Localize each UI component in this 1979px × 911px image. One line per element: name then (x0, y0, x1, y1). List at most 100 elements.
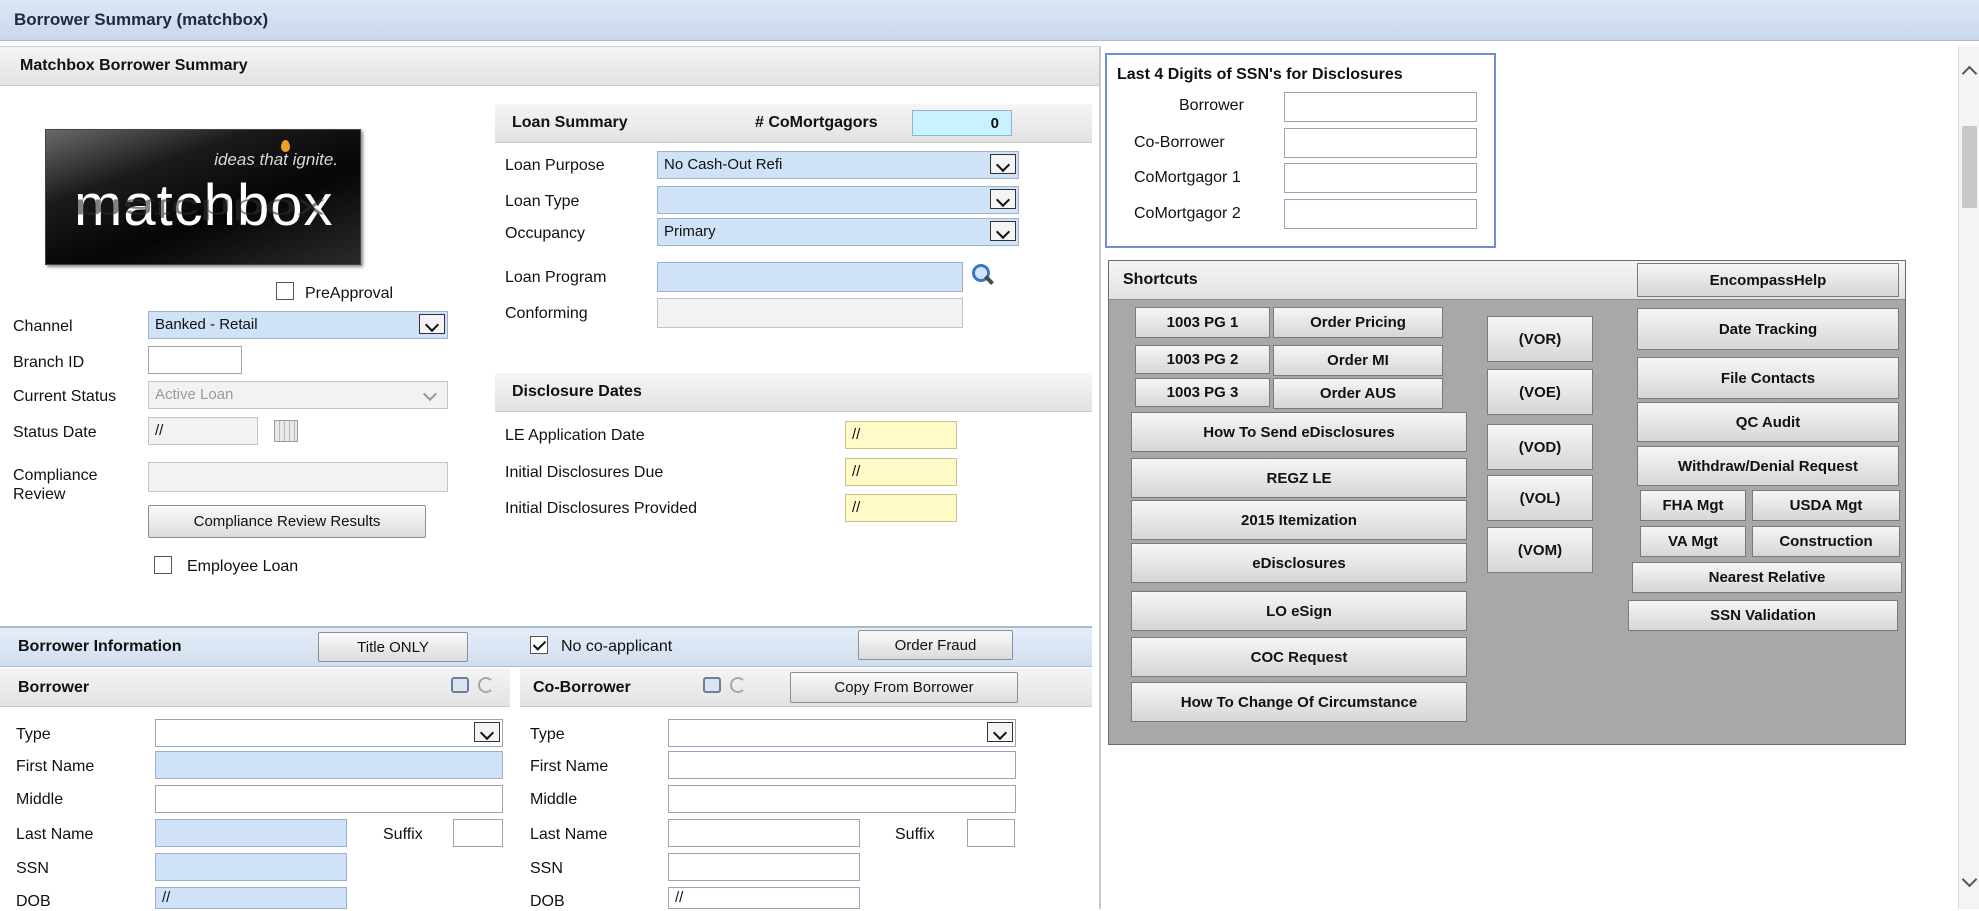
title-only-button[interactable]: Title ONLY (318, 632, 468, 662)
vertical-scrollbar[interactable] (1958, 46, 1979, 909)
file-contacts-button[interactable]: File Contacts (1637, 357, 1899, 399)
comortgagors-input[interactable]: 0 (912, 110, 1012, 136)
order-aus-button[interactable]: Order AUS (1273, 378, 1443, 409)
initial-disclosures-provided-label: Initial Disclosures Provided (505, 500, 698, 517)
withdraw-denial-request-button[interactable]: Withdraw/Denial Request (1637, 446, 1899, 486)
branch-id-input[interactable] (148, 346, 242, 374)
vol-button[interactable]: (VOL) (1487, 475, 1593, 521)
1003-pg2-button[interactable]: 1003 PG 2 (1135, 345, 1270, 374)
borrower-type-select[interactable] (155, 719, 503, 747)
chevron-down-icon[interactable] (990, 154, 1016, 174)
borrower-ssn-label: SSN (16, 860, 49, 877)
channel-label: Channel (13, 318, 73, 335)
loan-purpose-value: No Cash-Out Refi (664, 156, 783, 173)
borrower-info-title: Borrower Information (18, 638, 182, 655)
date-tracking-button[interactable]: Date Tracking (1637, 308, 1899, 350)
chevron-down-icon[interactable] (474, 722, 500, 742)
order-fraud-button[interactable]: Order Fraud (858, 630, 1013, 660)
sync-icon[interactable] (478, 677, 494, 693)
search-icon[interactable] (970, 262, 994, 286)
borrower-ssn-input[interactable] (155, 853, 347, 881)
borrower-middle-input[interactable] (155, 785, 503, 813)
chevron-down-icon[interactable] (990, 189, 1016, 209)
loan-purpose-select[interactable]: No Cash-Out Refi (657, 151, 1019, 179)
sync-icon[interactable] (730, 677, 746, 693)
coborrower-section-title: Co-Borrower (533, 679, 631, 696)
logo-tagline: ideas that ignite. (214, 150, 338, 169)
scrollbar-thumb[interactable] (1962, 126, 1977, 208)
loan-program-input[interactable] (657, 262, 963, 292)
ssn-comortgagor1-input[interactable] (1284, 163, 1477, 193)
scroll-up-icon[interactable] (1961, 65, 1978, 82)
ssn-borrower-input[interactable] (1284, 92, 1477, 122)
order-pricing-button[interactable]: Order Pricing (1273, 307, 1443, 338)
usda-mgt-button[interactable]: USDA Mgt (1752, 490, 1900, 521)
le-application-date-input[interactable]: // (845, 421, 957, 449)
calendar-icon[interactable] (274, 420, 298, 442)
vom-button[interactable]: (VOM) (1487, 527, 1593, 573)
initial-disclosures-due-value: // (852, 463, 861, 480)
conforming-label: Conforming (505, 305, 588, 322)
channel-value: Banked - Retail (155, 316, 258, 333)
conforming-input[interactable] (657, 298, 963, 328)
status-select[interactable]: Active Loan (148, 381, 448, 409)
lo-esign-button[interactable]: LO eSign (1131, 591, 1467, 631)
fha-mgt-button[interactable]: FHA Mgt (1640, 490, 1746, 521)
preapproval-checkbox[interactable] (276, 282, 294, 300)
ssn-coborrower-input[interactable] (1284, 128, 1477, 158)
chevron-down-icon[interactable] (990, 221, 1016, 241)
1003-pg3-button[interactable]: 1003 PG 3 (1135, 378, 1270, 407)
borrower-last-name-input[interactable] (155, 819, 347, 847)
address-book-icon[interactable] (451, 677, 469, 693)
borrower-suffix-input[interactable] (453, 819, 503, 847)
chevron-down-icon[interactable] (422, 386, 438, 402)
comortgagors-label: # CoMortgagors (755, 114, 878, 131)
coborrower-last-name-input[interactable] (668, 819, 860, 847)
ssn-validation-button[interactable]: SSN Validation (1628, 600, 1898, 631)
scroll-down-icon[interactable] (1961, 871, 1978, 888)
chevron-down-icon[interactable] (987, 722, 1013, 742)
nearest-relative-button[interactable]: Nearest Relative (1632, 562, 1902, 593)
initial-disclosures-due-input[interactable]: // (845, 458, 957, 486)
va-mgt-button[interactable]: VA Mgt (1640, 526, 1746, 557)
voe-button[interactable]: (VOE) (1487, 369, 1593, 415)
copy-from-borrower-button[interactable]: Copy From Borrower (790, 672, 1018, 703)
regz-le-button[interactable]: REGZ LE (1131, 458, 1467, 498)
loan-type-select[interactable] (657, 186, 1019, 214)
coborrower-first-name-input[interactable] (668, 751, 1016, 779)
compliance-review-input[interactable] (148, 462, 448, 492)
ssn-comortgagor2-label: CoMortgagor 2 (1134, 205, 1241, 222)
occupancy-value: Primary (664, 223, 716, 240)
initial-disclosures-provided-input[interactable]: // (845, 494, 957, 522)
address-book-icon[interactable] (703, 677, 721, 693)
order-mi-button[interactable]: Order MI (1273, 345, 1443, 376)
chevron-down-icon[interactable] (419, 314, 445, 334)
coborrower-middle-input[interactable] (668, 785, 1016, 813)
vod-button[interactable]: (VOD) (1487, 424, 1593, 470)
no-coapplicant-checkbox[interactable] (530, 636, 548, 654)
borrower-dob-input[interactable]: // (155, 887, 347, 909)
coborrower-first-name-label: First Name (530, 758, 609, 775)
coborrower-dob-input[interactable]: // (668, 887, 860, 909)
compliance-review-results-button[interactable]: Compliance Review Results (148, 505, 426, 538)
coc-request-button[interactable]: COC Request (1131, 637, 1467, 677)
status-date-input[interactable]: // (148, 417, 258, 445)
1003-pg1-button[interactable]: 1003 PG 1 (1135, 307, 1270, 338)
channel-select[interactable]: Banked - Retail (148, 311, 448, 339)
coborrower-type-select[interactable] (668, 719, 1016, 747)
occupancy-select[interactable]: Primary (657, 218, 1019, 246)
coborrower-suffix-input[interactable] (967, 819, 1015, 847)
vor-button[interactable]: (VOR) (1487, 316, 1593, 362)
how-to-send-edisclosures-button[interactable]: How To Send eDisclosures (1131, 412, 1467, 452)
borrower-first-name-input[interactable] (155, 751, 503, 779)
edisclosures-button[interactable]: eDisclosures (1131, 543, 1467, 583)
qc-audit-button[interactable]: QC Audit (1637, 402, 1899, 442)
how-to-change-of-circumstance-button[interactable]: How To Change Of Circumstance (1131, 682, 1467, 722)
employee-loan-checkbox[interactable] (154, 556, 172, 574)
construction-button[interactable]: Construction (1752, 526, 1900, 557)
coborrower-ssn-input[interactable] (668, 853, 860, 881)
encompass-help-button[interactable]: EncompassHelp (1637, 263, 1899, 297)
loan-purpose-label: Loan Purpose (505, 157, 605, 174)
ssn-comortgagor2-input[interactable] (1284, 199, 1477, 229)
2015-itemization-button[interactable]: 2015 Itemization (1131, 500, 1467, 540)
